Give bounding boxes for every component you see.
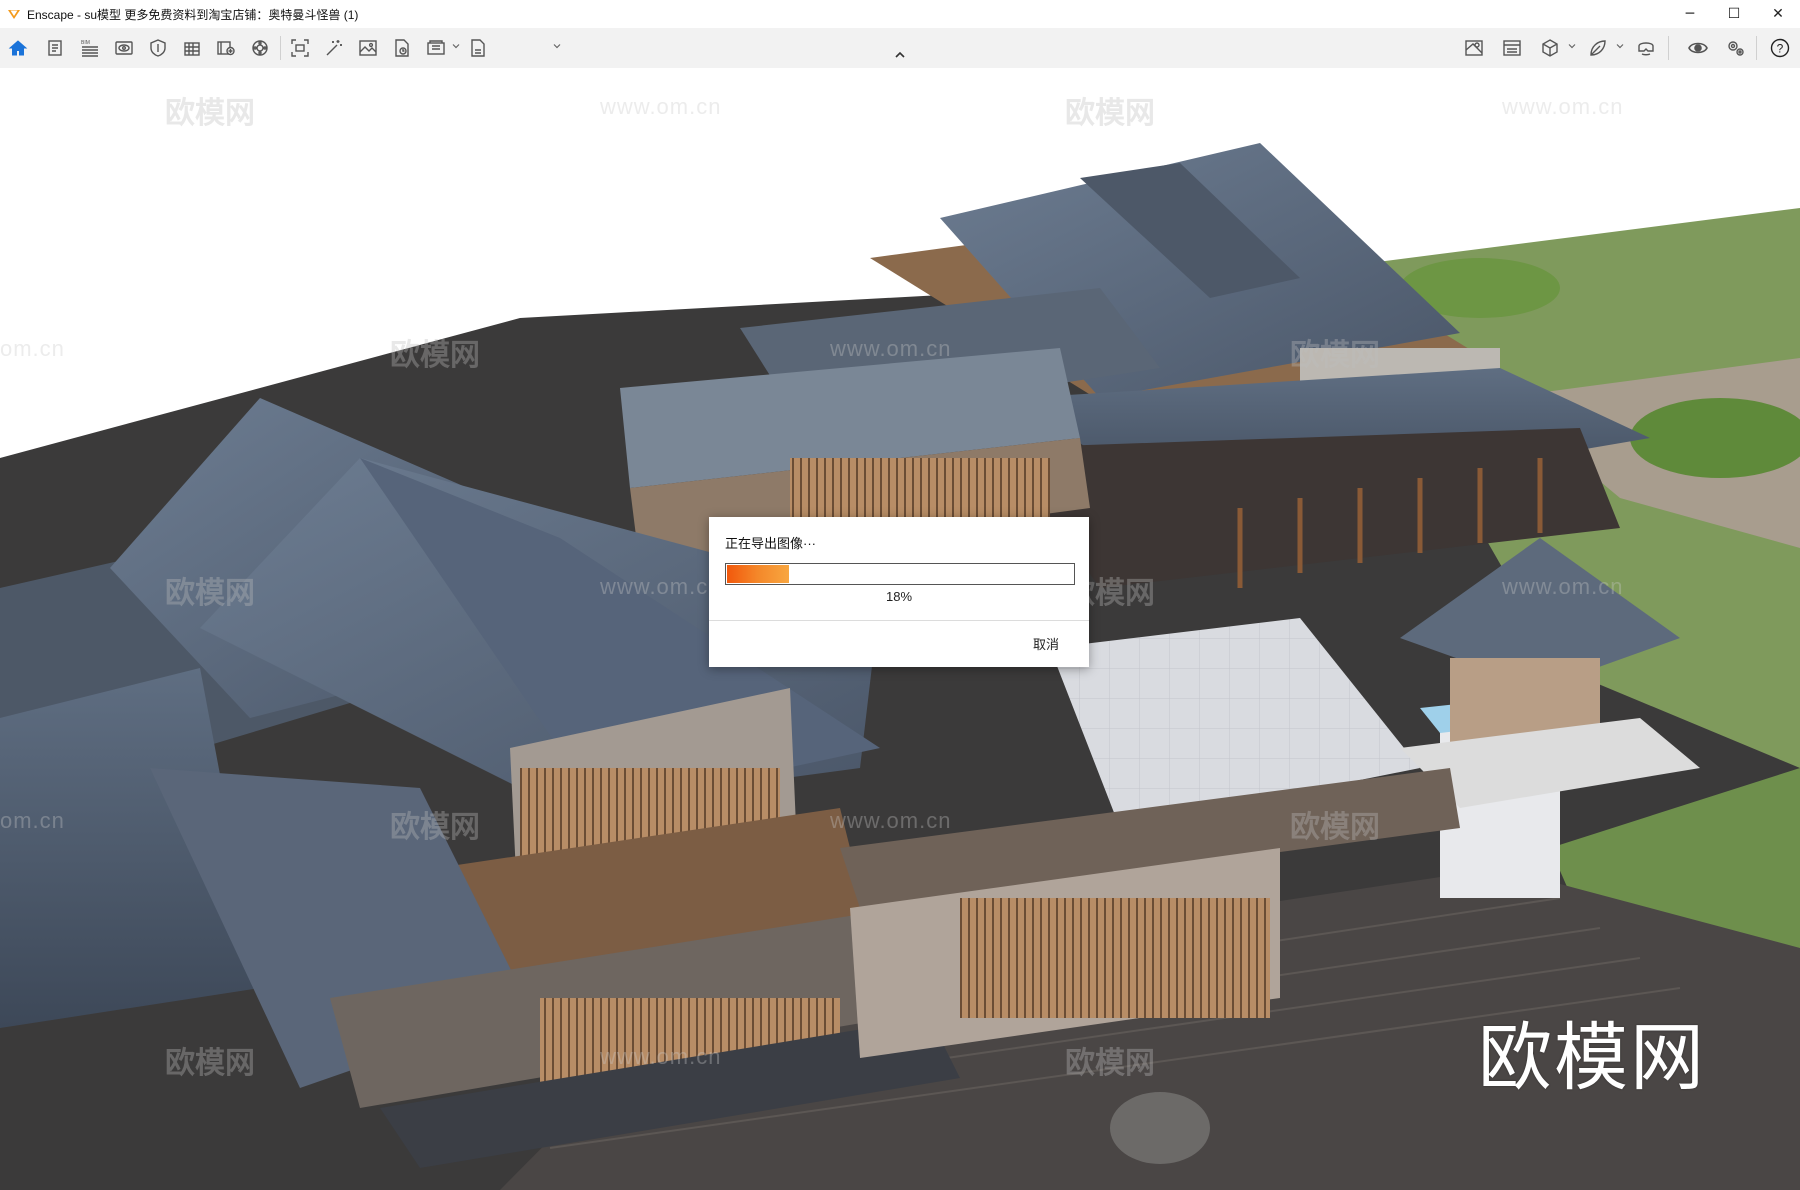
eye-icon xyxy=(1688,42,1708,54)
document-icon xyxy=(48,40,62,56)
help-button[interactable]: ? xyxy=(1766,34,1794,62)
batch-render-icon xyxy=(427,40,445,55)
asset-library-button[interactable] xyxy=(212,34,240,62)
vr-headset-button[interactable] xyxy=(1632,34,1660,62)
chevron-down-icon[interactable] xyxy=(553,42,561,50)
enscape-logo-icon xyxy=(8,10,20,19)
chevron-down-icon[interactable] xyxy=(452,42,460,50)
watermark-url: www.om.cn xyxy=(830,808,952,833)
maximize-button[interactable]: ☐ xyxy=(1712,0,1756,28)
home-icon xyxy=(8,40,28,56)
window-titlebar: Enscape - su模型 更多免费资料到淘宝店铺：奥特曼斗怪兽 (1) ─ … xyxy=(0,0,1800,28)
dialog-title: 正在导出图像··· xyxy=(725,536,816,551)
bim-label: BIM xyxy=(81,40,90,46)
chevron-down-icon[interactable] xyxy=(1616,42,1624,50)
toolbar-separator xyxy=(280,36,281,60)
building-icon xyxy=(184,42,200,56)
watermark-logo: 欧模网 xyxy=(390,338,480,373)
watermark-logo: 欧模网 xyxy=(1065,1046,1155,1081)
progress-percent: 18% xyxy=(885,589,913,604)
vr-headset-icon xyxy=(1638,42,1654,56)
shield-button[interactable] xyxy=(144,34,172,62)
watermark-url: www.om.cn xyxy=(830,336,952,361)
main-toolbar: BIM ? xyxy=(0,28,1800,69)
watermark-url: om.cn xyxy=(0,808,65,833)
dialog-divider xyxy=(709,620,1089,621)
document-button[interactable] xyxy=(42,34,70,62)
exe-export-icon xyxy=(471,39,485,57)
exe-export-button[interactable] xyxy=(464,34,492,62)
map-button[interactable] xyxy=(1460,34,1488,62)
minimize-button[interactable]: ─ xyxy=(1668,0,1712,28)
help-label: ? xyxy=(1777,42,1784,56)
watermark-logo: 欧模网 xyxy=(390,810,480,845)
export-progress-bar xyxy=(725,563,1075,585)
view-icon xyxy=(115,41,133,55)
cube-icon xyxy=(1542,39,1558,57)
watermark-logo: 欧模网 xyxy=(1290,338,1380,373)
progress-fill xyxy=(727,565,789,583)
watermark-url: om.cn xyxy=(0,336,65,361)
help-icon: ? xyxy=(1770,38,1790,58)
building-button[interactable] xyxy=(178,34,206,62)
window-title: Enscape - su模型 更多免费资料到淘宝店铺：奥特曼斗怪兽 (1) xyxy=(27,7,359,22)
settings-icon xyxy=(1728,41,1744,56)
shield-icon xyxy=(150,39,166,57)
watermark-url: www.om.cn xyxy=(1502,574,1624,599)
watermark-logo: 欧模网 xyxy=(1065,96,1155,131)
material-button[interactable] xyxy=(246,34,274,62)
image-icon xyxy=(359,40,377,56)
watermark-url: www.om.cn xyxy=(600,574,722,599)
bim-button[interactable]: BIM xyxy=(76,34,104,62)
batch-render-button[interactable] xyxy=(422,34,450,62)
cancel-button[interactable]: 取消 xyxy=(1033,634,1059,653)
collapse-toolbar-icon[interactable] xyxy=(893,48,907,62)
home-button[interactable] xyxy=(4,34,32,62)
watermark-url: www.om.cn xyxy=(1502,94,1624,119)
watermark-url: www.om.cn xyxy=(600,1044,722,1069)
toolbar-separator xyxy=(1668,36,1669,60)
export-progress-dialog: 正在导出图像··· 18% 取消 xyxy=(709,517,1089,667)
watermark-logo: 欧模网 xyxy=(165,576,255,611)
file-export-button[interactable] xyxy=(388,34,416,62)
close-button[interactable]: ✕ xyxy=(1756,0,1800,28)
watermark-logo: 欧模网 xyxy=(165,1046,255,1081)
toolbar-separator xyxy=(1756,36,1757,60)
asset-icon xyxy=(217,41,235,56)
screenshot-button[interactable] xyxy=(286,34,314,62)
watermark-logo: 欧模网 xyxy=(165,96,255,131)
magic-wand-button[interactable] xyxy=(320,34,348,62)
plant-button[interactable] xyxy=(1584,34,1612,62)
bim-icon: BIM xyxy=(81,40,98,57)
watermark-logo: 欧模网 xyxy=(1290,810,1380,845)
chevron-down-icon[interactable] xyxy=(1568,42,1576,50)
views-button[interactable] xyxy=(110,34,138,62)
watermark-url: www.om.cn xyxy=(600,94,722,119)
file-export-icon xyxy=(395,39,409,57)
screenshot-icon xyxy=(291,39,309,57)
cube-button[interactable] xyxy=(1536,34,1564,62)
plant-icon xyxy=(1590,40,1606,56)
render-image-button[interactable] xyxy=(354,34,382,62)
settings-button[interactable] xyxy=(1722,34,1750,62)
brand-watermark: 欧模网 xyxy=(1478,1015,1706,1101)
magic-wand-icon xyxy=(326,40,342,56)
gallery-button[interactable] xyxy=(1498,34,1526,62)
material-icon xyxy=(252,40,268,56)
map-icon xyxy=(1465,40,1483,56)
visibility-button[interactable] xyxy=(1684,34,1712,62)
gallery-icon xyxy=(1503,40,1521,56)
